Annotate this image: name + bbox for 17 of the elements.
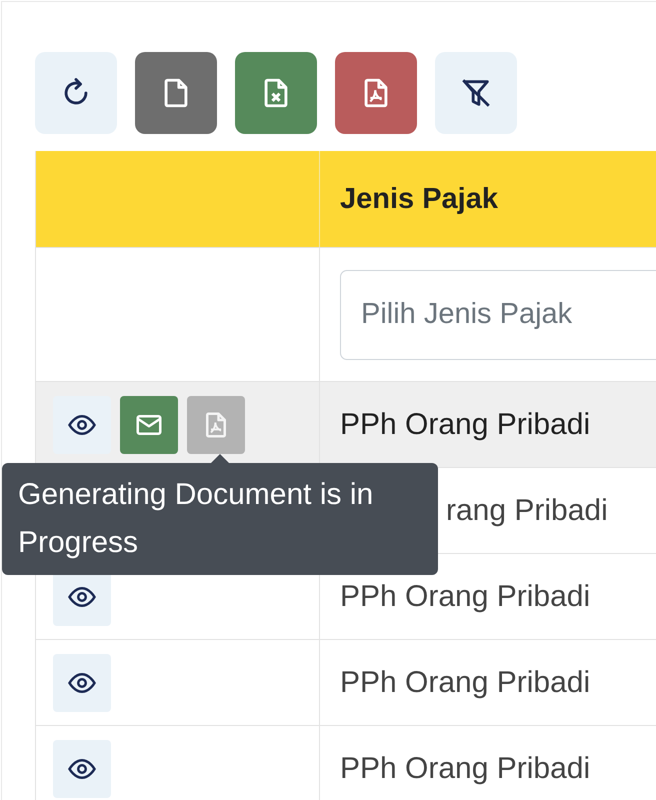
view-button[interactable] xyxy=(53,740,111,798)
clear-filter-button[interactable] xyxy=(435,52,517,134)
view-button[interactable] xyxy=(53,654,111,712)
tax-type-select[interactable]: Pilih Jenis Pajak xyxy=(340,270,656,360)
table-cell: PPh Orang Pribadi xyxy=(340,752,590,786)
pdf-export-button[interactable] xyxy=(335,52,417,134)
column-header: Jenis Pajak xyxy=(340,182,498,216)
email-button[interactable] xyxy=(120,396,178,454)
refresh-button[interactable] xyxy=(35,52,117,134)
view-button[interactable] xyxy=(53,396,111,454)
table-cell: rang Pribadi xyxy=(446,494,608,528)
table-cell: PPh Orang Pribadi xyxy=(340,580,590,614)
excel-export-button[interactable] xyxy=(235,52,317,134)
table-cell: PPh Orang Pribadi xyxy=(340,408,590,442)
tooltip-text: Generating Document is in Progress xyxy=(18,477,374,561)
table-cell: PPh Orang Pribadi xyxy=(340,666,590,700)
new-document-button[interactable] xyxy=(135,52,217,134)
